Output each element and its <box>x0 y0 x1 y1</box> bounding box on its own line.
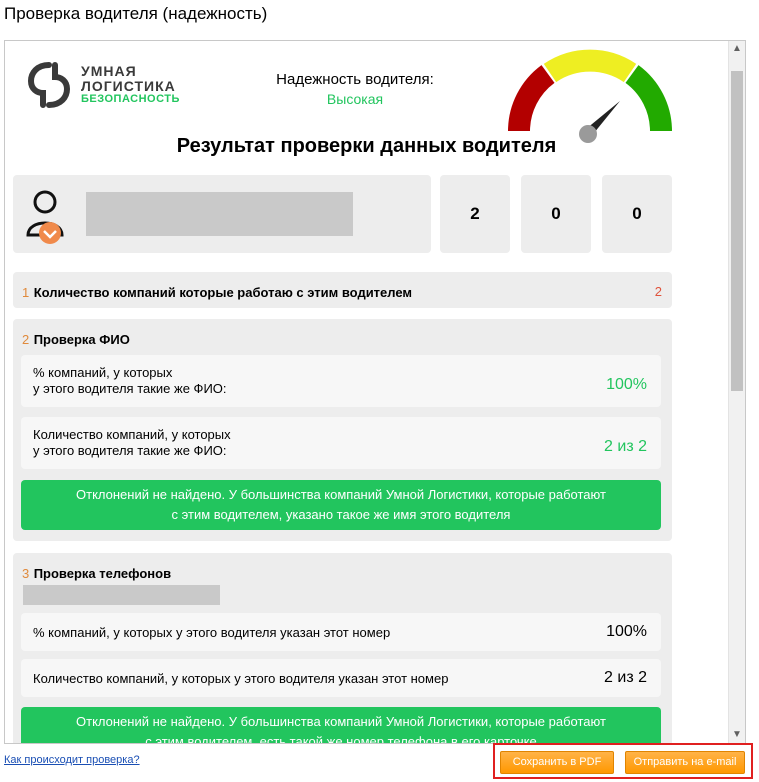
name-count-value: 2 из 2 <box>604 438 647 455</box>
send-email-button[interactable]: Отправить на e-mail <box>625 751 745 774</box>
reliability-value: Высокая <box>326 91 384 107</box>
stat-card-3: 0 <box>602 175 672 253</box>
section-2-header: 2 Проверка ФИО <box>22 331 130 349</box>
driver-avatar-icon <box>26 190 64 244</box>
reliability-gauge <box>508 49 672 143</box>
name-count-label: Количество компаний, у которых у этого в… <box>33 427 231 459</box>
window-title: Проверка водителя (надежность) <box>4 4 268 23</box>
driver-card <box>13 175 431 253</box>
stat-card-2: 0 <box>521 175 591 253</box>
phone-check-result-note: Отклонений не найдено. У большинства ком… <box>21 707 661 743</box>
name-percent-value: 100% <box>606 376 647 393</box>
name-check-result-note: Отклонений не найдено. У большинства ком… <box>21 480 661 530</box>
save-pdf-button[interactable]: Сохранить в PDF <box>500 751 614 774</box>
section-2-title: Проверка ФИО <box>33 332 130 347</box>
section-1-number: 1 <box>22 285 30 300</box>
logo-mark-icon <box>27 62 71 108</box>
name-percent-label-line1: % компаний, у которых <box>33 365 173 380</box>
section-3-header: 3 Проверка телефонов <box>22 565 171 583</box>
phone-number-redacted <box>23 585 220 605</box>
stat-card-1: 2 <box>440 175 510 253</box>
page-heading: Результат проверки данных водителя <box>176 135 557 157</box>
phone-count-row: Количество компаний, у которых у этого в… <box>21 659 661 697</box>
phone-percent-row: % компаний, у которых у этого водителя у… <box>21 613 661 651</box>
reliability-label: Надежность водителя: <box>276 71 434 88</box>
driver-name-redacted <box>86 192 353 236</box>
brand-line-2: ЛОГИСТИКА <box>81 78 176 94</box>
section-name-check: 2 Проверка ФИО % компаний, у которых у э… <box>13 319 672 541</box>
section-3-title: Проверка телефонов <box>33 566 172 581</box>
section-1-header: 1 Количество компаний которые работаю с … <box>22 284 412 302</box>
scroll-down-icon[interactable]: ▼ <box>729 727 745 743</box>
phone-percent-label: % компаний, у которых у этого водителя у… <box>33 625 391 640</box>
phone-percent-value: 100% <box>606 623 647 640</box>
section-companies-count: 1 Количество компаний которые работаю с … <box>13 272 672 308</box>
name-note-line1: Отклонений не найдено. У большинства ком… <box>76 487 606 502</box>
scrollbar-thumb[interactable] <box>731 71 743 391</box>
scroll-up-icon[interactable]: ▲ <box>729 41 745 57</box>
vertical-scrollbar[interactable]: ▲ ▼ <box>728 41 745 743</box>
name-percent-label-line2: у этого водителя такие же ФИО: <box>33 381 227 396</box>
report-content: УМНАЯ ЛОГИСТИКА БЕЗОПАСНОСТЬ Надежность … <box>5 41 728 743</box>
section-2-number: 2 <box>22 332 30 347</box>
report-frame: УМНАЯ ЛОГИСТИКА БЕЗОПАСНОСТЬ Надежность … <box>4 40 746 744</box>
brand-line-1: УМНАЯ <box>81 63 137 79</box>
section-1-title: Количество компаний которые работаю с эт… <box>33 285 413 300</box>
section-1-count: 2 <box>654 284 662 299</box>
phone-note-line2: с этим водителем, есть такой же номер те… <box>145 734 537 743</box>
name-percent-row: % компаний, у которых у этого водителя т… <box>21 355 661 407</box>
brand-logo: УМНАЯ ЛОГИСТИКА БЕЗОПАСНОСТЬ <box>25 61 205 111</box>
brand-line-3: БЕЗОПАСНОСТЬ <box>81 93 180 105</box>
name-note-line2: с этим водителем, указано такое же имя э… <box>171 507 511 522</box>
section-phone-check: 3 Проверка телефонов % компаний, у котор… <box>13 553 672 743</box>
name-count-row: Количество компаний, у которых у этого в… <box>21 417 661 469</box>
phone-count-label: Количество компаний, у которых у этого в… <box>33 671 449 686</box>
name-percent-label: % компаний, у которых у этого водителя т… <box>33 365 227 397</box>
how-check-works-link[interactable]: Как происходит проверка? <box>4 754 140 766</box>
name-count-label-line1: Количество компаний, у которых <box>33 427 231 442</box>
name-count-label-line2: у этого водителя такие же ФИО: <box>33 443 227 458</box>
phone-count-value: 2 из 2 <box>604 669 647 686</box>
phone-note-line1: Отклонений не найдено. У большинства ком… <box>76 714 606 729</box>
section-3-number: 3 <box>22 566 30 581</box>
